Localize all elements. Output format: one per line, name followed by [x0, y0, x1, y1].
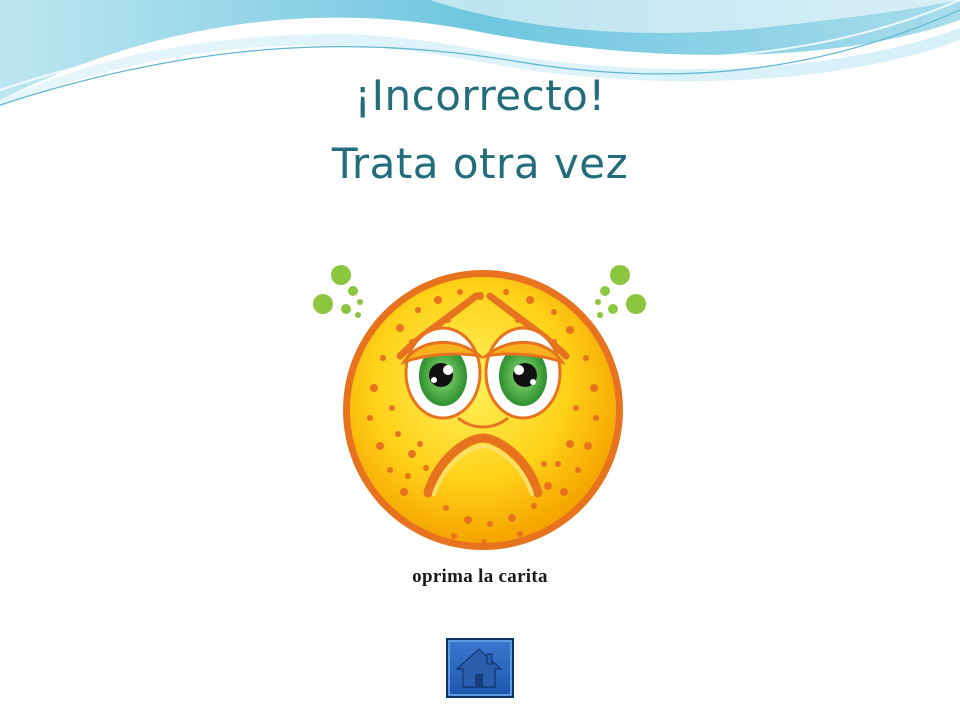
slide: ¡Incorrecto! Trata otra vez oprima la ca…	[0, 0, 960, 720]
sad-face-button[interactable]	[308, 258, 653, 568]
title-line-try-again: Trata otra vez	[331, 139, 629, 188]
page-title: ¡Incorrecto! Trata otra vez	[0, 62, 960, 198]
stink-bubbles-left	[313, 265, 363, 318]
home-button[interactable]	[446, 638, 514, 698]
click-face-caption: oprima la carita	[412, 566, 548, 587]
sad-face-icon	[313, 265, 646, 550]
title-line-incorrect: ¡Incorrecto!	[354, 71, 606, 120]
home-icon	[455, 648, 503, 688]
stink-bubbles-right	[595, 265, 646, 318]
